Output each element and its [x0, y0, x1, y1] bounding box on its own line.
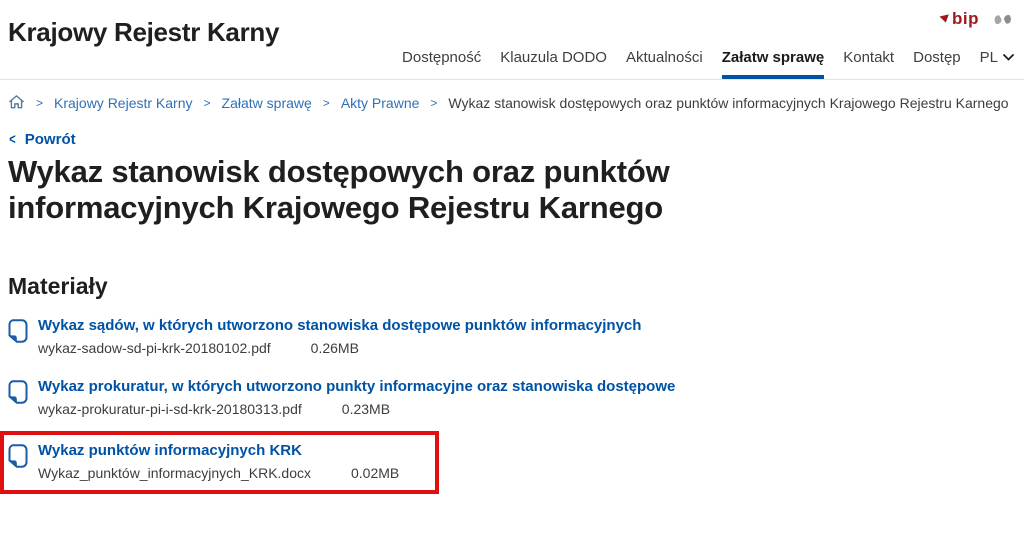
file-name: Wykaz_punktów_informacyjnych_KRK.docx [38, 465, 311, 481]
bip-flag-icon [939, 9, 950, 29]
nav-item-dostęp[interactable]: Dostęp [913, 49, 961, 79]
nav-item-pl[interactable]: PL [980, 49, 1014, 79]
file-icon [8, 444, 28, 468]
bip-logo[interactable]: bip [939, 9, 979, 29]
file-size: 0.02MB [351, 465, 399, 481]
site-title: Krajowy Rejestr Karny [8, 17, 279, 79]
file-meta: wykaz-prokuratur-pi-i-sd-krk-20180313.pd… [38, 401, 675, 417]
materials-heading: Materiały [8, 273, 1016, 300]
file-name: wykaz-prokuratur-pi-i-sd-krk-20180313.pd… [38, 401, 302, 417]
file-meta: Wykaz_punktów_informacyjnych_KRK.docx 0.0… [38, 465, 399, 481]
file-link[interactable]: Wykaz punktów informacyjnych KRK [38, 442, 302, 459]
breadcrumb-link-akty-prawne[interactable]: Akty Prawne [341, 95, 420, 111]
file-body: Wykaz sądów, w których utworzono stanowi… [38, 317, 641, 356]
nav-item-dostępność[interactable]: Dostępność [402, 49, 481, 79]
chevron-down-icon [1003, 54, 1014, 61]
breadcrumb: > Krajowy Rejestr Karny > Załatw sprawę > Akt… [0, 80, 1024, 111]
back-link-label: Powrót [25, 131, 76, 148]
file-icon [8, 319, 28, 343]
page-title: Wykaz stanowisk dostępowych oraz punktów… [8, 154, 673, 226]
header-right: bip Dostępność Klauzula DODO Aktualności Za… [402, 0, 1014, 79]
file-body: Wykaz prokuratur, w których utworzono pu… [38, 378, 675, 417]
file-size: 0.23MB [342, 401, 390, 417]
main-nav: Dostępność Klauzula DODO Aktualności Załatw… [402, 49, 1014, 79]
file-link[interactable]: Wykaz prokuratur, w których utworzono pu… [38, 378, 675, 395]
file-link[interactable]: Wykaz sądów, w których utworzono stanowi… [38, 317, 641, 334]
site-header: Krajowy Rejestr Karny bip Dostępność Klau… [0, 0, 1024, 80]
nav-item-klauzula-dodo[interactable]: Klauzula DODO [500, 49, 607, 79]
nav-item-kontakt[interactable]: Kontakt [843, 49, 894, 79]
annotation-highlight-box: Wykaz punktów informacyjnych KRK Wykaz_pu… [0, 431, 439, 494]
nav-item-aktualności[interactable]: Aktualności [626, 49, 703, 79]
breadcrumb-separator: > [36, 96, 43, 110]
file-item: Wykaz prokuratur, w których utworzono pu… [8, 378, 1016, 417]
file-meta: wykaz-sadow-sd-pi-krk-20180102.pdf 0.26MB [38, 340, 641, 356]
sign-language-icon[interactable] [991, 11, 1014, 28]
breadcrumb-link-załatw-sprawę[interactable]: Załatw sprawę [222, 95, 312, 111]
back-link[interactable]: < Powrót [8, 131, 76, 148]
breadcrumb-separator: > [430, 96, 437, 110]
breadcrumb-current: Wykaz stanowisk dostępowych oraz punktów… [448, 95, 1008, 111]
main-content: < Powrót Wykaz stanowisk dostępowych ora… [0, 111, 1024, 494]
chevron-left-icon: < [9, 131, 16, 148]
file-item: Wykaz sądów, w których utworzono stanowi… [8, 317, 1016, 356]
nav-item-załatw-sprawę[interactable]: Załatw sprawę [722, 49, 825, 79]
logo-row: bip [939, 9, 1014, 29]
file-name: wykaz-sadow-sd-pi-krk-20180102.pdf [38, 340, 271, 356]
file-body: Wykaz punktów informacyjnych KRK Wykaz_pu… [38, 442, 399, 481]
bip-logo-label: bip [952, 9, 979, 29]
home-icon[interactable] [8, 94, 25, 110]
breadcrumb-separator: > [323, 96, 330, 110]
file-icon [8, 380, 28, 404]
breadcrumb-separator: > [204, 96, 211, 110]
file-size: 0.26MB [311, 340, 359, 356]
materials-list: Wykaz sądów, w których utworzono stanowi… [8, 317, 1016, 494]
breadcrumb-link-krajowy-rejestr-karny[interactable]: Krajowy Rejestr Karny [54, 95, 193, 111]
